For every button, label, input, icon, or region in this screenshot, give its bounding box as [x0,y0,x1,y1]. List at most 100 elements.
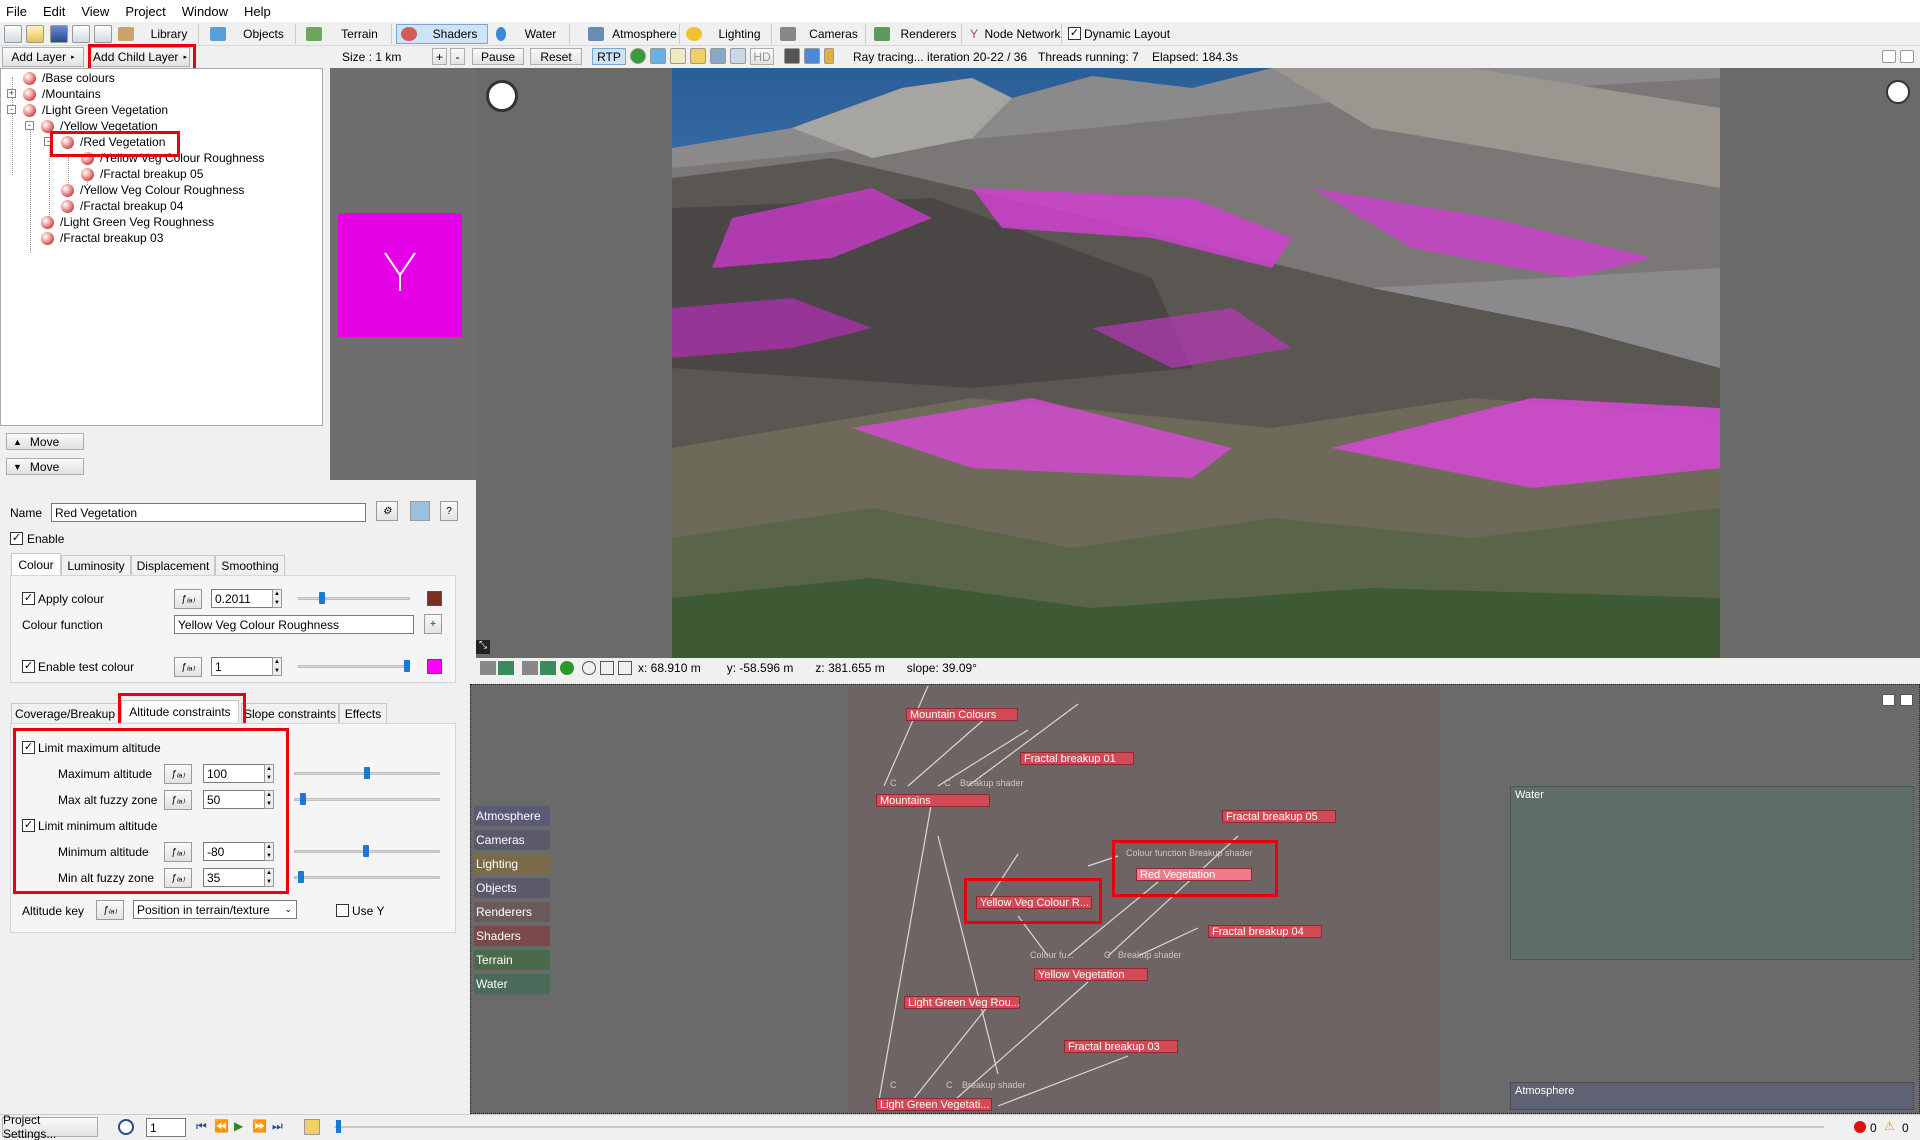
frame-field[interactable]: 1 [146,1118,186,1137]
tab-objects[interactable]: Objects [206,24,296,44]
navigation-icon[interactable] [486,80,518,112]
apply-colour-swatch[interactable] [427,591,442,606]
tree-item-yellow-vegetation[interactable]: /Yellow Vegetation [41,118,158,134]
sun-icon[interactable] [670,48,686,64]
tree-item-yellow-veg-colour-roughness[interactable]: /Yellow Veg Colour Roughness [81,150,264,166]
tab-displacement[interactable]: Displacement [131,555,215,575]
move-down-button[interactable]: ▼ Move [6,458,84,475]
spinner-icon[interactable]: ▲ ▼ [264,842,274,861]
collapse-icon[interactable]: - [25,121,34,130]
node-mountain-colours[interactable]: Mountain Colours [906,708,1018,721]
node-red-vegetation[interactable]: Red Vegetation [1136,868,1252,881]
render-icon[interactable] [72,25,90,43]
tree-item-yellow-veg-colour-roughness-2[interactable]: /Yellow Veg Colour Roughness [61,182,244,198]
node-fractal-breakup-01[interactable]: Fractal breakup 01 [1020,752,1134,765]
timeline-slider[interactable] [334,1126,1824,1128]
slider-thumb[interactable] [404,660,410,672]
tree-item-fractal-breakup-04[interactable]: /Fractal breakup 04 [61,198,183,214]
tab-terrain[interactable]: Terrain [302,24,392,44]
expand-viewport-icon[interactable]: ⤡ [476,640,490,654]
tab-luminosity[interactable]: Luminosity [61,555,131,575]
water-column-panel[interactable]: Water [1510,786,1914,960]
apply-colour-field[interactable]: 0.2011 [211,589,273,608]
slider-thumb[interactable] [363,845,369,857]
tab-node-network[interactable]: Y Node Network [966,24,1062,44]
min-altitude-field[interactable]: -80 [203,842,265,861]
name-field[interactable]: Red Vegetation [51,503,366,522]
dynamic-layout-checkbox[interactable]: ✓ [1068,27,1081,40]
min-fuzzy-field[interactable]: 35 [203,868,265,887]
tab-cameras[interactable]: Cameras [776,24,866,44]
move-up-button[interactable]: ▲ Move [6,433,84,450]
slider-thumb[interactable] [319,592,326,604]
hd-button[interactable]: HD [750,48,774,65]
light-icon[interactable] [690,48,706,64]
slider-thumb[interactable] [300,793,306,805]
tab-coverage-breakup[interactable]: Coverage/Breakup [11,703,119,723]
frame-icon[interactable] [600,661,614,675]
tree-item-base-colours[interactable]: /Base colours [23,70,115,86]
node-fractal-breakup-03[interactable]: Fractal breakup 03 [1064,1040,1178,1053]
image-icon[interactable] [540,661,556,675]
test-colour-slider[interactable] [298,665,410,668]
add-node-icon[interactable]: + [424,614,442,634]
category-cameras[interactable]: Cameras [474,830,550,850]
save-icon[interactable] [50,25,68,43]
zoom-out-button[interactable]: - [450,48,465,65]
tree-item-mountains[interactable]: /Mountains [23,86,101,102]
last-frame-icon[interactable]: ⏭ [272,1119,283,1134]
enable-checkbox[interactable]: ✓ [10,532,23,545]
camera-icon[interactable] [480,661,496,675]
window-icon[interactable] [94,25,112,43]
atmosphere-column-panel[interactable]: Atmosphere [1510,1082,1914,1110]
category-objects[interactable]: Objects [474,878,550,898]
eye-icon[interactable] [582,661,596,675]
keyframe-icon[interactable] [304,1119,320,1135]
node-light-green-veg-rou[interactable]: Light Green Veg Rou... [904,996,1020,1009]
min-fuzzy-slider[interactable] [294,876,440,879]
zoom-in-button[interactable]: + [432,48,447,65]
colour-function-field[interactable]: Yellow Veg Colour Roughness [174,615,414,634]
spinner-icon[interactable]: ▲ ▼ [272,589,282,608]
max-fuzzy-slider[interactable] [294,798,440,801]
settings-icon[interactable]: ⚙ [376,501,398,521]
apply-colour-checkbox[interactable]: ✓ [22,592,35,605]
category-lighting[interactable]: Lighting [474,854,550,874]
close-pane-icon[interactable] [1900,50,1914,63]
collapse-icon[interactable]: - [7,105,16,114]
tree-item-light-green-veg-roughness[interactable]: /Light Green Veg Roughness [41,214,214,230]
menu-window[interactable]: Window [182,4,228,19]
sun-widget-icon[interactable] [1886,80,1910,104]
max-fuzzy-field[interactable]: 50 [203,790,265,809]
tab-slope-constraints[interactable]: Slope constraints [241,703,339,723]
play-icon[interactable]: ▶ [234,1119,243,1133]
node-fractal-breakup-05[interactable]: Fractal breakup 05 [1222,810,1336,823]
tree-item-red-vegetation[interactable]: /Red Vegetation [61,134,165,150]
slider-thumb[interactable] [364,767,370,779]
restore-icon[interactable] [1882,50,1896,63]
apply-colour-slider[interactable] [298,597,410,600]
camera-icon[interactable] [522,661,538,675]
tab-colour[interactable]: Colour [11,553,61,575]
tree-item-fractal-breakup-05[interactable]: /Fractal breakup 05 [81,166,203,182]
tab-effects[interactable]: Effects [339,703,387,723]
use-y-checkbox[interactable] [336,904,349,917]
function-icon[interactable]: ƒ₍ₐ₎ [164,790,192,810]
prev-frame-icon[interactable]: ⏪ [214,1119,229,1133]
rtp-button[interactable]: RTP [592,48,626,65]
menu-project[interactable]: Project [125,4,165,19]
node-yellow-veg-colour[interactable]: Yellow Veg Colour R... [976,896,1092,909]
reset-button[interactable]: Reset [530,48,582,65]
refresh-icon[interactable] [560,661,574,675]
altitude-key-dropdown[interactable]: Position in terrain/texture ⌄ [133,900,297,919]
tab-altitude-constraints[interactable]: Altitude constraints [121,700,239,722]
category-shaders[interactable]: Shaders [474,926,550,946]
function-icon[interactable]: ƒ₍ₐ₎ [174,657,202,677]
max-altitude-field[interactable]: 100 [203,764,265,783]
function-icon[interactable]: ƒ₍ₐ₎ [164,842,192,862]
tab-smoothing[interactable]: Smoothing [215,555,285,575]
function-icon[interactable]: ƒ₍ₐ₎ [164,764,192,784]
function-icon[interactable]: ƒ₍ₐ₎ [96,900,124,920]
node-mountains[interactable]: Mountains [876,794,990,807]
open-folder-icon[interactable] [26,25,44,43]
